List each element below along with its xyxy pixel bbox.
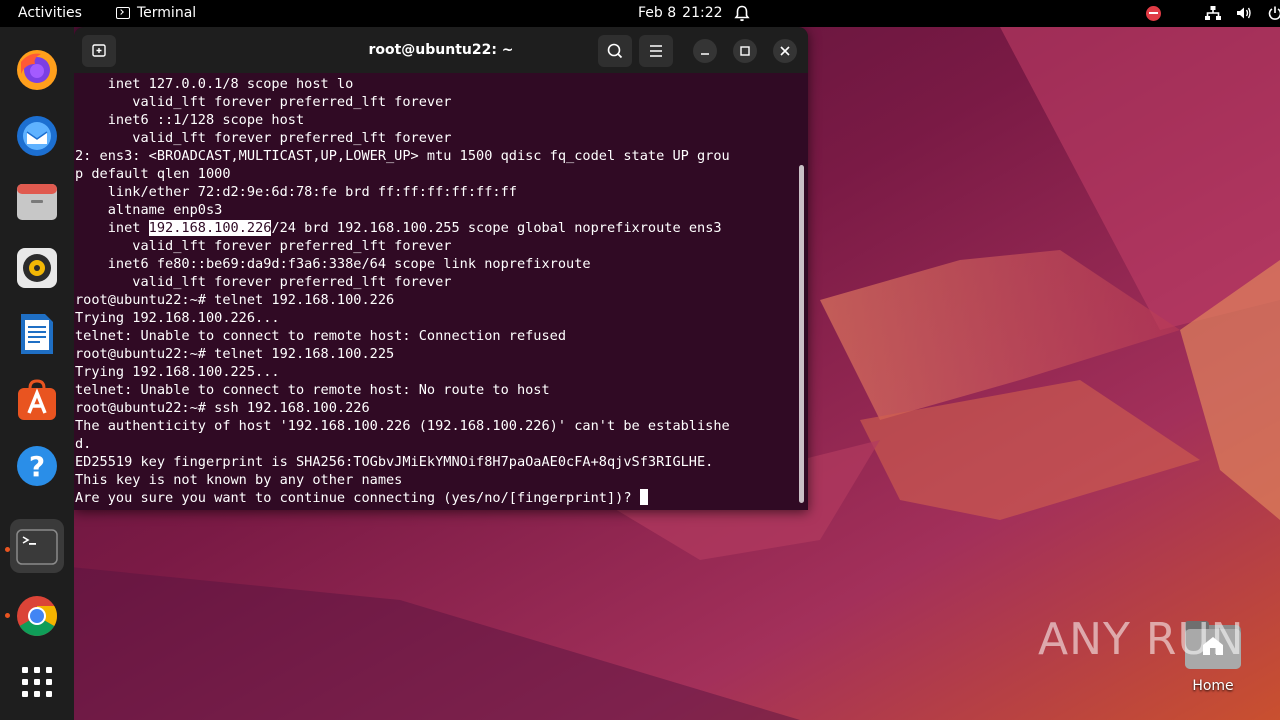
dock-rhythmbox[interactable] — [10, 241, 64, 295]
files-icon — [17, 184, 57, 220]
activities-button[interactable]: Activities — [18, 0, 82, 27]
terminal-line: Trying 192.168.100.225... — [75, 364, 280, 380]
terminal-line: telnet: Unable to connect to remote host… — [75, 382, 550, 398]
terminal-line: d. — [75, 436, 92, 452]
text-cursor — [639, 489, 648, 505]
app-menu-label: Terminal — [137, 5, 197, 21]
app-menu-button[interactable]: Terminal — [116, 0, 196, 27]
firefox-icon — [17, 50, 57, 90]
notification-bell-icon[interactable] — [734, 0, 750, 27]
libreoffice-writer-icon — [21, 314, 53, 354]
terminal-line: root@ubuntu22:~# telnet 192.168.100.225 — [75, 346, 395, 362]
close-icon — [780, 46, 790, 56]
terminal-line: valid_lft forever preferred_lft forever — [75, 130, 452, 146]
new-tab-button[interactable] — [82, 35, 116, 67]
thunderbird-icon — [17, 116, 57, 156]
help-icon: ? — [17, 446, 57, 486]
terminal-line: altname enp0s3 — [75, 202, 223, 218]
do-not-disturb-icon — [1146, 5, 1161, 21]
system-menu[interactable] — [1146, 0, 1280, 27]
close-button[interactable] — [773, 39, 797, 63]
dock-terminal[interactable] — [10, 519, 64, 573]
terminal-scrollbar[interactable] — [799, 165, 804, 503]
terminal-line: inet6 ::1/128 scope host — [75, 112, 305, 128]
terminal-line: Trying 192.168.100.226... — [75, 310, 280, 326]
dock-libreoffice-writer[interactable] — [10, 307, 64, 361]
selected-ip-text: 192.168.100.226 — [148, 220, 272, 236]
search-button[interactable] — [598, 35, 632, 67]
show-apps-icon — [22, 667, 52, 697]
dock-firefox[interactable] — [10, 43, 64, 97]
terminal-line: inet 127.0.0.1/8 scope host lo — [75, 76, 354, 92]
search-icon — [607, 43, 623, 59]
svg-text:?: ? — [29, 450, 45, 483]
hamburger-menu-button[interactable] — [639, 35, 673, 67]
terminal-line: valid_lft forever preferred_lft forever — [75, 94, 452, 110]
dock-thunderbird[interactable] — [10, 109, 64, 163]
chrome-icon — [17, 596, 57, 636]
terminal-output[interactable]: inet 127.0.0.1/8 scope host lo valid_lft… — [75, 75, 797, 510]
terminal-headerbar[interactable]: root@ubuntu22: ~ — [74, 27, 808, 73]
top-bar: Activities Terminal Feb 8 21:22 — [0, 0, 1280, 27]
home-folder-label: Home — [1192, 678, 1234, 694]
network-wired-icon — [1204, 6, 1221, 20]
terminal-line: Are you sure you want to continue connec… — [75, 489, 797, 507]
terminal-line: link/ether 72:d2:9e:6d:78:fe brd ff:ff:f… — [75, 184, 517, 200]
prompt-text: Are you sure you want to continue connec… — [75, 490, 640, 506]
anyrun-watermark: ANY RUN — [1038, 614, 1245, 665]
volume-icon — [1237, 7, 1252, 19]
terminal-line: 2: ens3: <BROADCAST,MULTICAST,UP,LOWER_U… — [75, 148, 730, 164]
hamburger-menu-icon — [650, 45, 662, 57]
terminal-text: /24 brd 192.168.100.255 scope global nop… — [271, 220, 722, 236]
dock-chrome[interactable] — [10, 589, 64, 643]
terminal-app-icon — [116, 7, 130, 19]
clock-time: 21:22 — [682, 5, 723, 21]
dock-help[interactable]: ? — [10, 439, 64, 493]
clock-date: Feb 8 — [638, 5, 677, 21]
terminal-icon — [16, 529, 58, 565]
rhythmbox-icon — [17, 248, 57, 288]
terminal-line: root@ubuntu22:~# ssh 192.168.100.226 — [75, 400, 370, 416]
terminal-line: telnet: Unable to connect to remote host… — [75, 328, 567, 344]
terminal-line: p default qlen 1000 — [75, 166, 231, 182]
dock-show-apps[interactable] — [10, 655, 64, 709]
clock-button[interactable]: Feb 8 21:22 — [638, 0, 723, 27]
terminal-line: ED25519 key fingerprint is SHA256:TOGbvJ… — [75, 454, 714, 470]
terminal-line: This key is not known by any other names — [75, 472, 403, 488]
maximize-icon — [740, 46, 750, 56]
terminal-window[interactable]: root@ubuntu22: ~ inet 127.0.0.1/8 scope … — [74, 27, 808, 510]
dock-app-center[interactable] — [10, 373, 64, 427]
dock: ? — [0, 27, 74, 720]
terminal-line: valid_lft forever preferred_lft forever — [75, 274, 452, 290]
terminal-line: inet6 fe80::be69:da9d:f3a6:338e/64 scope… — [75, 256, 591, 272]
app-center-icon — [18, 379, 56, 420]
minimize-icon — [701, 53, 709, 55]
terminal-line: valid_lft forever preferred_lft forever — [75, 238, 452, 254]
terminal-text: inet — [75, 220, 149, 236]
terminal-line: root@ubuntu22:~# telnet 192.168.100.226 — [75, 292, 395, 308]
terminal-line: The authenticity of host '192.168.100.22… — [75, 418, 730, 434]
terminal-line: inet 192.168.100.226/24 brd 192.168.100.… — [75, 219, 797, 237]
new-tab-icon — [92, 44, 106, 57]
minimize-button[interactable] — [693, 39, 717, 63]
dock-files[interactable] — [10, 175, 64, 229]
power-icon — [1268, 6, 1280, 20]
maximize-button[interactable] — [733, 39, 757, 63]
